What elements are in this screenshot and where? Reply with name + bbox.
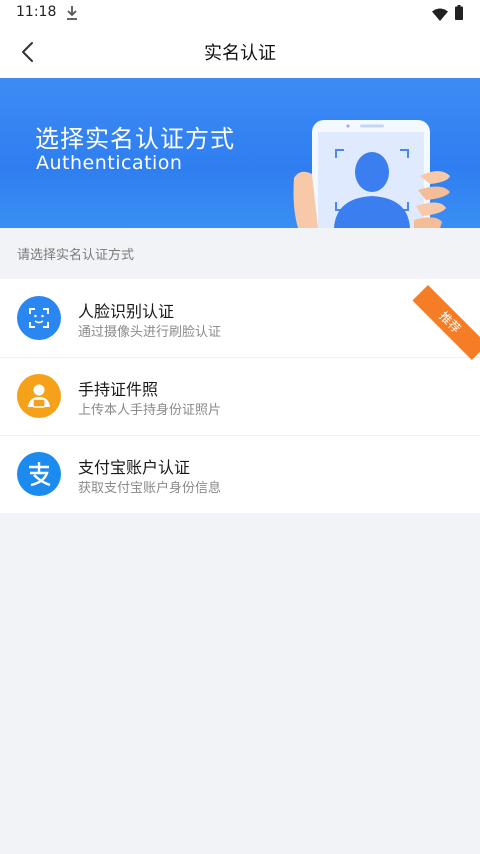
option-desc: 上传本人手持身份证照片 [78,403,222,418]
alipay-icon [17,452,61,496]
banner-subtitle: Authentication [36,152,183,174]
option-desc: 通过摄像头进行刷脸认证 [78,325,222,340]
phone-face-illustration-icon [293,120,450,228]
option-title: 支付宝账户认证 [78,458,191,477]
banner: 选择实名认证方式 Authentication [0,78,480,228]
auth-options-list: 人脸识别认证 通过摄像头进行刷脸认证 推荐 手持证件照 上传本人手持身份证照片 … [0,279,480,513]
option-title: 人脸识别认证 [78,302,175,321]
option-alipay[interactable]: 支付宝账户认证 获取支付宝账户身份信息 [0,435,480,513]
face-scan-icon [17,296,61,340]
option-title: 手持证件照 [78,380,159,399]
option-desc: 获取支付宝账户身份信息 [78,481,222,496]
hold-id-icon [17,374,61,418]
download-icon [66,5,78,21]
option-face-recognition[interactable]: 人脸识别认证 通过摄像头进行刷脸认证 推荐 [0,279,480,360]
page-title: 实名认证 [204,43,276,64]
recommend-badge: 推荐 [412,285,480,360]
nav-bar: 实名认证 [0,26,480,78]
wifi-icon [432,6,448,21]
option-hold-id-photo[interactable]: 手持证件照 上传本人手持身份证照片 [0,357,480,436]
section-hint: 请选择实名认证方式 [17,248,135,263]
banner-title: 选择实名认证方式 [35,125,235,153]
status-bar: 11:18 [0,0,480,26]
battery-icon [455,5,463,20]
status-time: 11:18 [16,4,57,20]
